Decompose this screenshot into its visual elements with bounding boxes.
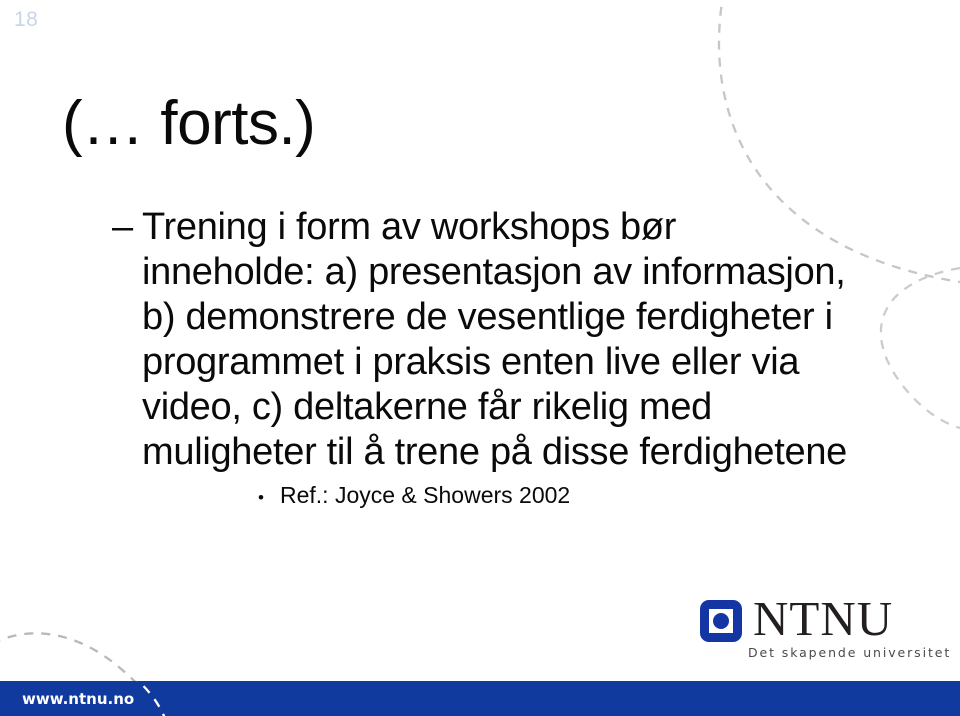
ntnu-mark-icon	[700, 600, 742, 642]
body-line: programmet i praksis enten live eller vi…	[112, 340, 872, 385]
footer-bar: www.ntnu.no	[0, 681, 960, 716]
body-line-text: inneholde: a) presentasjon av informasjo…	[142, 251, 846, 293]
body-line: b) demonstrere de vesentlige ferdigheter…	[112, 295, 872, 340]
slide-page-number: 18	[14, 8, 39, 31]
slide-body-list: – Trening i form av workshops bør inneho…	[112, 205, 872, 475]
body-line: – Trening i form av workshops bør	[112, 205, 872, 250]
reference-sub-bullet: • Ref.: Joyce & Showers 2002	[258, 482, 570, 509]
body-line-text: muligheter til å trene på disse ferdighe…	[142, 431, 848, 473]
body-line: inneholde: a) presentasjon av informasjo…	[112, 250, 872, 295]
slide-title: (… forts.)	[62, 89, 316, 158]
presentation-slide: 18 (… forts.) – Trening i form av worksh…	[0, 0, 960, 716]
footer-website-url: www.ntnu.no	[22, 690, 135, 708]
body-line: video, c) deltakerne får rikelig med	[112, 385, 872, 430]
body-line-text: programmet i praksis enten live eller vi…	[142, 341, 800, 383]
footer-dashed-arc	[136, 681, 166, 716]
body-line-text: video, c) deltakerne får rikelig med	[142, 386, 713, 428]
ntnu-tagline: Det skapende universitet	[748, 645, 952, 660]
body-dash-marker: –	[112, 206, 133, 248]
body-line-text: b) demonstrere de vesentlige ferdigheter…	[142, 296, 833, 338]
ntnu-wordmark: NTNU	[753, 591, 894, 646]
reference-text: Ref.: Joyce & Showers 2002	[280, 482, 571, 508]
ntnu-mark-dot	[713, 613, 729, 629]
decor-arc-small-right	[879, 266, 960, 430]
ntnu-logo: NTNU Det skapende universitet	[700, 594, 949, 668]
body-line-text: Trening i form av workshops bør	[142, 206, 677, 248]
body-line: muligheter til å trene på disse ferdighe…	[112, 430, 872, 475]
bullet-dot-icon: •	[258, 488, 264, 507]
